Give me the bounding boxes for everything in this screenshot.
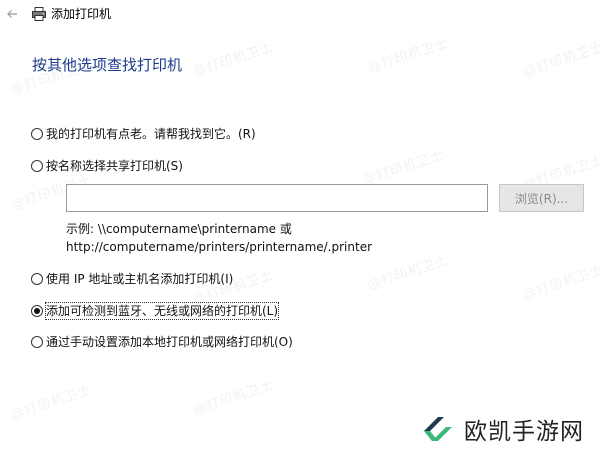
- brand-logo-icon: [424, 416, 452, 441]
- watermark-text: @打印机卫士: [361, 147, 446, 189]
- radio-button[interactable]: [31, 160, 43, 172]
- radio-label: 我的打印机有点老。请帮我找到它。(R): [46, 127, 256, 141]
- radio-option-ip-address[interactable]: 使用 IP 地址或主机名添加打印机(I): [31, 271, 233, 287]
- watermark-text: @打印机卫士: [521, 39, 600, 81]
- radio-button[interactable]: [31, 128, 43, 140]
- radio-option-shared-printer[interactable]: 按名称选择共享打印机(S): [31, 158, 183, 174]
- watermark-text: @打印机卫士: [191, 39, 276, 81]
- printer-icon: [32, 7, 46, 21]
- watermark-text: @打印机卫士: [366, 252, 451, 294]
- radio-button[interactable]: [31, 273, 43, 285]
- brand-logo-block: 欧凯手游网: [400, 405, 600, 452]
- title-bar: 添加打印机: [0, 0, 600, 30]
- radio-option-manual-settings[interactable]: 通过手动设置添加本地打印机或网络打印机(O): [31, 334, 293, 350]
- radio-label: 使用 IP 地址或主机名添加打印机(I): [46, 272, 234, 286]
- back-button[interactable]: [4, 6, 20, 22]
- back-arrow-icon: [7, 10, 17, 18]
- radio-option-bluetooth-wireless-network[interactable]: 添加可检测到蓝牙、无线或网络的打印机(L): [31, 302, 280, 320]
- example-text-line2: http://computername/printers/printername…: [66, 240, 373, 254]
- shared-printer-name-input[interactable]: [66, 184, 488, 212]
- window-title: 添加打印机: [51, 7, 112, 21]
- radio-label: 按名称选择共享打印机(S): [46, 159, 183, 173]
- watermark-text: @打印机卫士: [521, 262, 600, 304]
- radio-button[interactable]: [31, 305, 43, 317]
- watermark-text: @打印机卫士: [9, 382, 94, 424]
- example-text-line1: 示例: \\computername\printername 或: [66, 222, 292, 236]
- brand-name: 欧凯手游网: [464, 418, 584, 445]
- radio-label: 通过手动设置添加本地打印机或网络打印机(O): [46, 335, 293, 349]
- radio-label: 添加可检测到蓝牙、无线或网络的打印机(L): [44, 302, 280, 320]
- watermark-text: @打印机卫士: [366, 35, 451, 77]
- radio-button[interactable]: [31, 336, 43, 348]
- radio-option-old-printer[interactable]: 我的打印机有点老。请帮我找到它。(R): [31, 126, 256, 142]
- browse-button[interactable]: 浏览(R)...: [499, 184, 584, 212]
- page-heading: 按其他选项查找打印机: [32, 56, 183, 74]
- watermark-text: @打印机卫士: [191, 377, 276, 419]
